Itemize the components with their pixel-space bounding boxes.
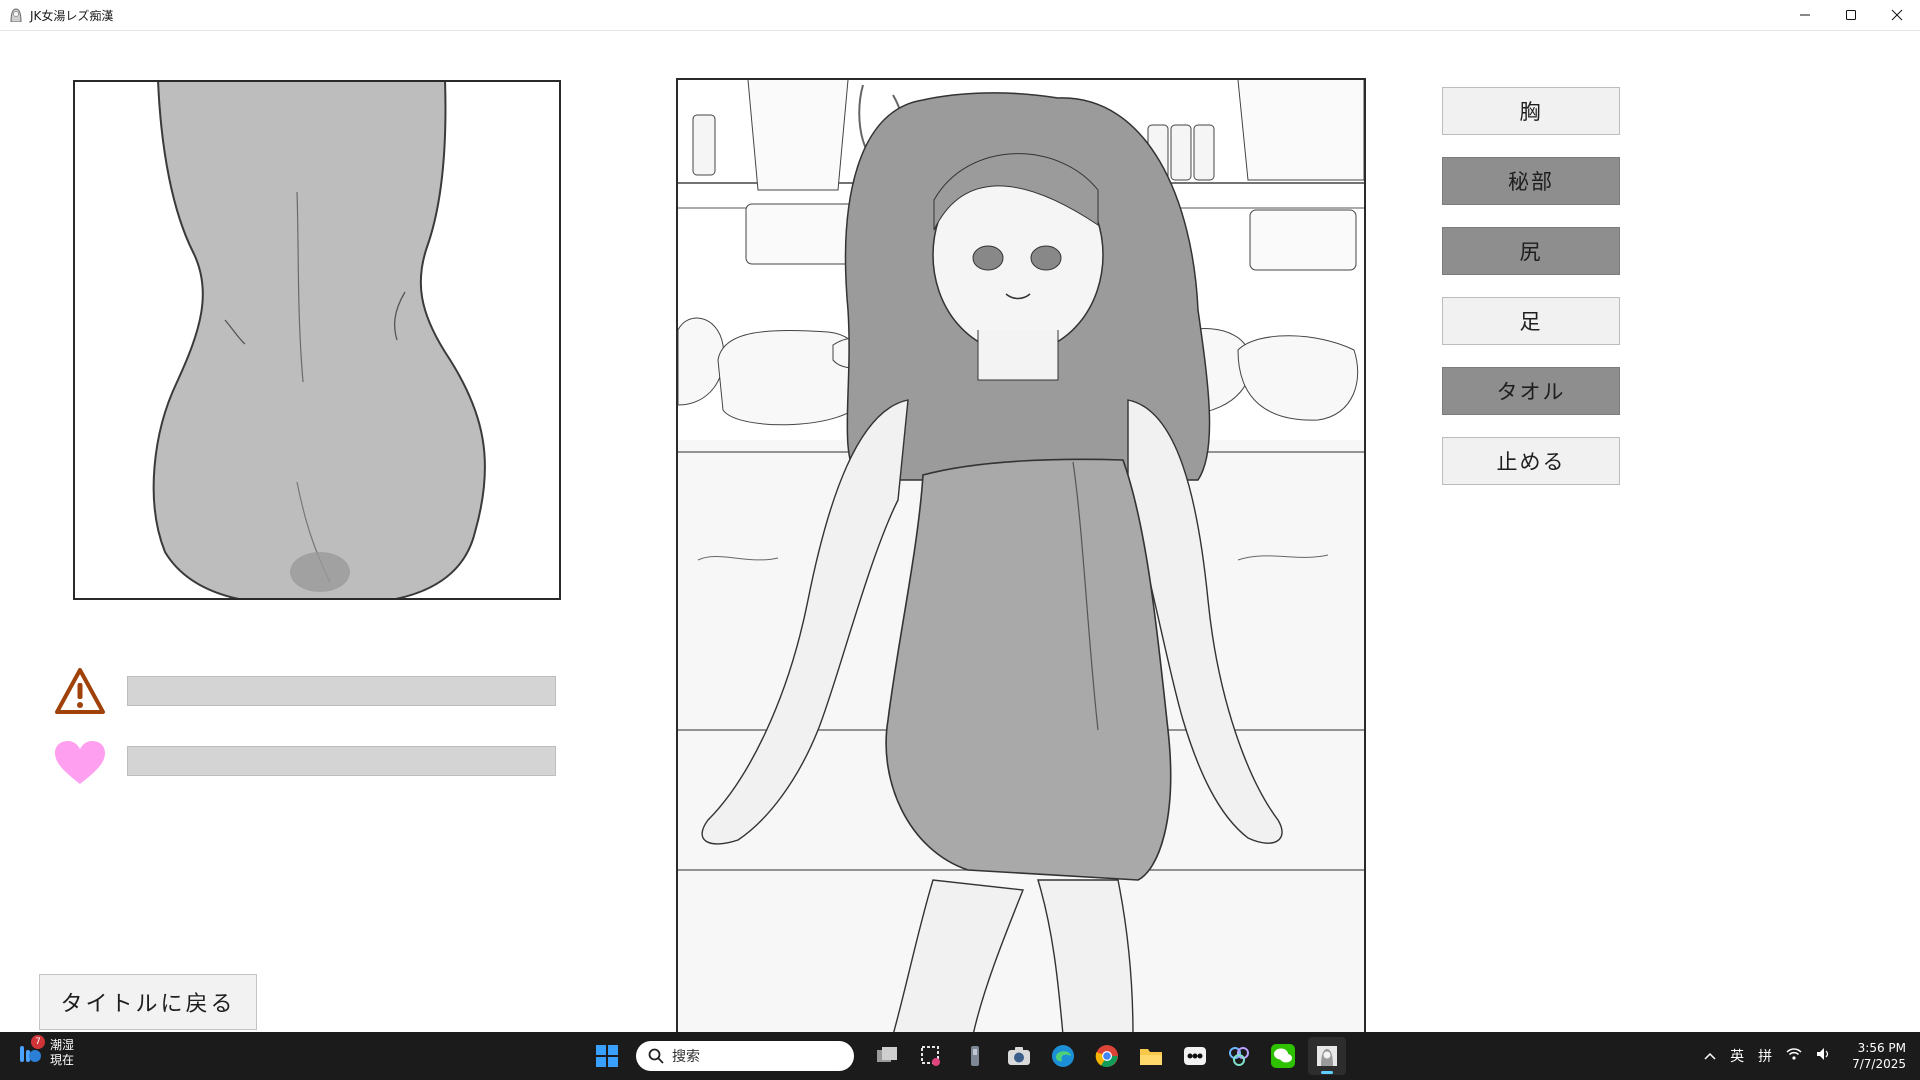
close-button[interactable] bbox=[1874, 0, 1920, 30]
pleasure-meter-row bbox=[54, 737, 106, 789]
window-title: JK女湯レズ痴漢 bbox=[30, 8, 114, 23]
edge-browser-icon[interactable] bbox=[1044, 1037, 1082, 1075]
bath-scene-illustration bbox=[678, 80, 1364, 1033]
maximize-button[interactable] bbox=[1828, 0, 1874, 30]
action-stop-button[interactable]: 止める bbox=[1442, 437, 1620, 485]
weather-time-label: 現在 bbox=[50, 1053, 75, 1067]
system-tray: 英 拼 3:56 PM 7/7/2025 bbox=[1704, 1032, 1906, 1080]
taskbar-search[interactable]: 搜索 bbox=[636, 1041, 854, 1071]
action-legs-button[interactable]: 足 bbox=[1442, 297, 1620, 345]
volume-icon[interactable] bbox=[1816, 1047, 1832, 1065]
maximize-icon bbox=[1846, 10, 1856, 20]
title-bar: JK女湯レズ痴漢 bbox=[0, 0, 1920, 31]
clock-date: 7/7/2025 bbox=[1852, 1057, 1906, 1071]
ime-mode[interactable]: 拼 bbox=[1758, 1046, 1772, 1066]
danger-bar bbox=[127, 676, 556, 706]
danger-meter-row bbox=[54, 665, 106, 717]
action-chest-button[interactable]: 胸 bbox=[1442, 87, 1620, 135]
file-explorer-icon[interactable] bbox=[1132, 1037, 1170, 1075]
body-part-preview bbox=[73, 80, 561, 600]
bath-scene bbox=[676, 78, 1366, 1033]
taskbar-apps: 搜索 bbox=[588, 1036, 1346, 1076]
weather-condition: 潮湿 bbox=[50, 1038, 75, 1052]
wechat-icon[interactable] bbox=[1264, 1037, 1302, 1075]
minimize-icon bbox=[1800, 14, 1810, 16]
girl-avatar-icon bbox=[8, 7, 24, 23]
cloud-sync-icon[interactable] bbox=[1220, 1037, 1258, 1075]
search-icon bbox=[648, 1048, 664, 1064]
action-towel-button[interactable]: タオル bbox=[1442, 367, 1620, 415]
body-part-illustration bbox=[152, 82, 486, 598]
weather-widget[interactable]: 7 潮湿 現在 bbox=[16, 1035, 75, 1068]
action-private-button[interactable]: 秘部 bbox=[1442, 157, 1620, 205]
task-view-icon[interactable] bbox=[868, 1037, 906, 1075]
warning-icon bbox=[54, 665, 106, 717]
taskbar: 7 潮湿 現在 搜索 英 拼 3:56 PM 7/7/2025 bbox=[0, 1032, 1920, 1080]
minimize-button[interactable] bbox=[1782, 0, 1828, 30]
notification-badge: 7 bbox=[31, 1035, 45, 1049]
action-butt-button[interactable]: 尻 bbox=[1442, 227, 1620, 275]
terminal-icon[interactable] bbox=[956, 1037, 994, 1075]
pleasure-bar bbox=[127, 746, 556, 776]
wifi-icon[interactable] bbox=[1786, 1047, 1802, 1065]
search-placeholder: 搜索 bbox=[672, 1049, 700, 1065]
snipping-tool-icon[interactable] bbox=[912, 1037, 950, 1075]
app-dots-icon[interactable] bbox=[1176, 1037, 1214, 1075]
close-icon bbox=[1891, 9, 1903, 21]
heart-icon bbox=[54, 737, 106, 789]
clock-time: 3:56 PM bbox=[1857, 1041, 1906, 1055]
camera-icon[interactable] bbox=[1000, 1037, 1038, 1075]
ime-language[interactable]: 英 bbox=[1730, 1046, 1744, 1066]
game-app-icon[interactable] bbox=[1308, 1037, 1346, 1075]
chrome-icon[interactable] bbox=[1088, 1037, 1126, 1075]
start-button[interactable] bbox=[588, 1037, 626, 1075]
clock[interactable]: 3:56 PM 7/7/2025 bbox=[1852, 1040, 1906, 1072]
windows-logo-icon bbox=[596, 1045, 618, 1067]
weather-icon: 7 bbox=[16, 1035, 46, 1068]
back-to-title-button[interactable]: タイトルに戻る bbox=[39, 974, 257, 1030]
active-indicator bbox=[1321, 1071, 1333, 1074]
chevron-up-icon[interactable] bbox=[1704, 1048, 1716, 1064]
